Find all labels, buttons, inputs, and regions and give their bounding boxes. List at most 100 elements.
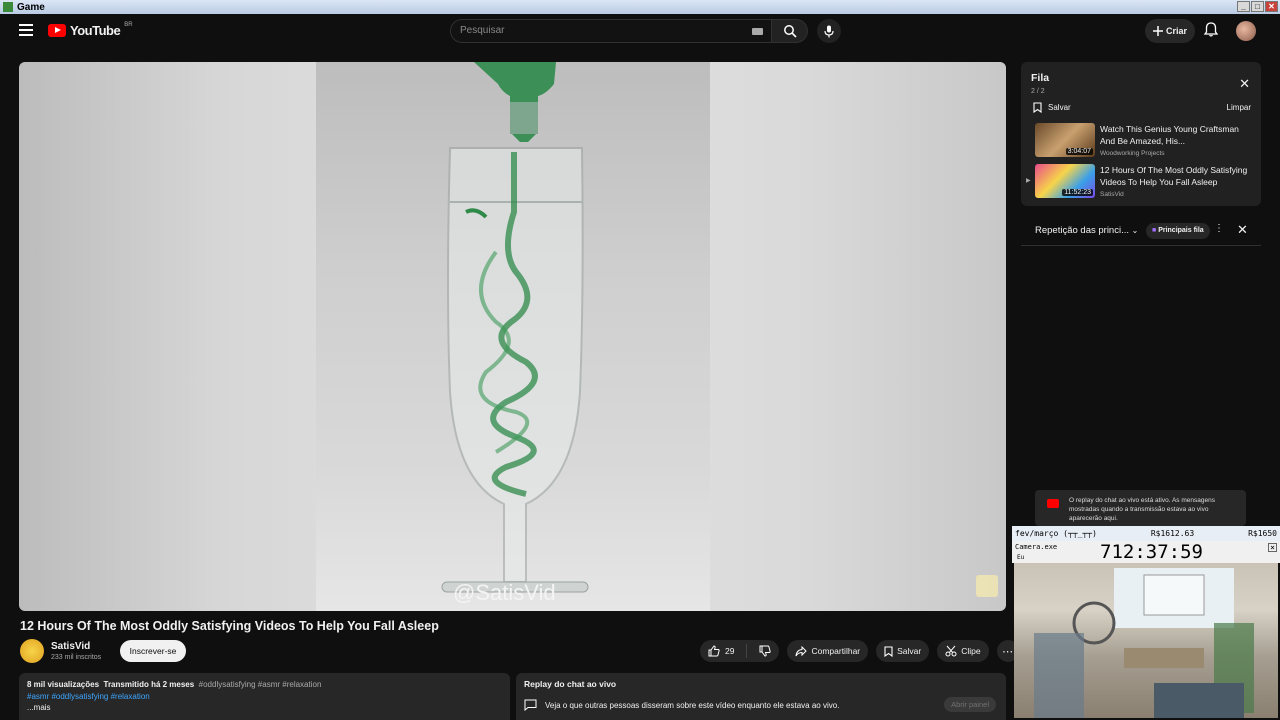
overlay-goal: R$1650 (1248, 529, 1277, 538)
queue-save-button[interactable]: Salvar (1033, 102, 1071, 113)
menu-icon[interactable] (19, 24, 33, 36)
view-count: 8 mil visualizações (27, 680, 100, 689)
stream-date: Transmitido há 2 meses (103, 680, 195, 689)
search-icon (783, 25, 797, 38)
youtube-logo[interactable]: YouTube BR (48, 21, 133, 38)
chat-close-icon[interactable]: ✕ (1237, 222, 1248, 238)
queue-count: 2 / 2 (1031, 88, 1045, 95)
divider (746, 644, 748, 658)
top-chat-badge[interactable]: ■ Principais fila (1146, 223, 1210, 239)
description-hashtags[interactable]: #asmr #oddlysatisfying #relaxation (27, 691, 502, 703)
search-input[interactable]: Pesquisar (450, 19, 772, 43)
chat-mode-dropdown[interactable]: Repetição das princi... ⌄ (1035, 225, 1138, 236)
live-chat-header: Repetição das princi... ⌄ ■ Principais f… (1021, 216, 1261, 246)
now-playing-icon: ▶ (1026, 178, 1031, 184)
chat-replay-title: Replay do chat ao vivo (524, 679, 617, 689)
queue-item-channel: SatisVid (1100, 191, 1124, 198)
bookmark-icon (884, 645, 893, 657)
chevron-down-icon: ⌄ (1131, 226, 1139, 235)
clip-button[interactable]: Clipe (937, 640, 989, 662)
share-icon (795, 645, 808, 656)
show-more-link[interactable]: ...mais (27, 702, 502, 714)
queue-item-title: 12 Hours Of The Most Oddly Satisfying Vi… (1100, 165, 1248, 187)
like-dislike-group: 29 (700, 640, 780, 662)
bell-icon (1203, 22, 1219, 37)
room-illustration (1034, 568, 1254, 718)
minimize-button[interactable]: _ (1237, 1, 1250, 12)
video-duration: 11:52:23 (1062, 189, 1093, 196)
chat-mode-label: Repetição das princi... (1035, 225, 1129, 236)
queue-item[interactable]: 3:04:07 Watch This Genius Young Craftsma… (1021, 123, 1261, 163)
queue-clear-button[interactable]: Limpar (1227, 103, 1251, 112)
action-bar: 29 Compartilhar Salvar Clipe ⋯ (700, 640, 1019, 662)
camera-close-icon[interactable]: × (1268, 543, 1277, 552)
webcam-feed (1014, 563, 1278, 718)
video-watermark: @SatisVid (453, 580, 556, 605)
camera-menu[interactable]: Eu (1017, 554, 1024, 561)
video-frame (316, 62, 710, 611)
notifications-button[interactable] (1203, 22, 1219, 42)
save-button[interactable]: Salvar (876, 640, 930, 662)
top-chat-label: Principais fila (1158, 227, 1204, 234)
clip-label: Clipe (961, 646, 981, 656)
open-panel-button[interactable]: Abrir painel (944, 697, 996, 712)
overlay-amount: R$1612.63 (1150, 529, 1195, 538)
share-button[interactable]: Compartilhar (787, 640, 869, 662)
chat-replay-card: Replay do chat ao vivo Veja o que outras… (516, 673, 1006, 720)
like-button[interactable]: 29 (700, 645, 742, 657)
keyboard-icon[interactable] (752, 28, 763, 35)
video-player[interactable]: @SatisVid (19, 62, 1006, 611)
bookmark-icon (1033, 102, 1042, 113)
chat-replay-info: O replay do chat ao vivo está ativo. As … (1035, 490, 1246, 526)
queue-item-channel: Woodworking Projects (1100, 150, 1165, 157)
close-window-button[interactable]: ✕ (1265, 1, 1278, 12)
subscriber-count: 233 mil inscritos (51, 654, 102, 661)
logo-text: YouTube (70, 23, 121, 38)
channel-name[interactable]: SatisVid (51, 641, 90, 652)
queue-item[interactable]: ▶ 11:52:23 12 Hours Of The Most Oddly Sa… (1021, 164, 1261, 204)
chat-replay-text: Veja o que outras pessoas disseram sobre… (545, 700, 840, 710)
chat-icon (524, 699, 537, 711)
queue-panel: Fila 2 / 2 ✕ Salvar Limpar 3:04:07 Watch… (1021, 62, 1261, 206)
glass-illustration (441, 62, 589, 593)
youtube-icon (1047, 499, 1059, 508)
channel-avatar[interactable] (20, 639, 44, 663)
queue-title: Fila (1031, 72, 1050, 84)
video-duration: 3:04:07 (1065, 148, 1093, 155)
channel-badge-icon[interactable] (976, 575, 998, 597)
dislike-button[interactable] (751, 645, 779, 657)
queue-close-icon[interactable]: ✕ (1239, 76, 1250, 92)
overlay-label: fev/março (┬┬_┬┬) (1015, 529, 1097, 538)
masthead: YouTube BR Pesquisar Criar (0, 14, 1280, 48)
thumbs-up-icon (708, 645, 720, 657)
mic-icon (824, 25, 834, 37)
chat-menu-icon[interactable]: ⋮ (1214, 223, 1224, 234)
share-label: Compartilhar (811, 646, 861, 656)
chat-info-text: O replay do chat ao vivo está ativo. As … (1069, 497, 1215, 522)
queue-save-label: Salvar (1048, 103, 1071, 112)
badge-icon: ■ (1152, 227, 1157, 234)
maximize-button[interactable]: □ (1251, 1, 1264, 12)
account-avatar[interactable] (1236, 21, 1256, 41)
country-code: BR (124, 21, 133, 28)
plus-icon (1152, 26, 1163, 36)
description-box[interactable]: 8 mil visualizações Transmitido há 2 mes… (19, 673, 510, 720)
overlay-status-bar: fev/março (┬┬_┬┬) R$1612.63 R$1650 (1012, 526, 1280, 541)
window-titlebar: Game _ □ ✕ (0, 0, 1280, 14)
create-button[interactable]: Criar (1145, 19, 1195, 43)
window-title: Game (17, 1, 45, 13)
like-count: 29 (725, 646, 735, 656)
camera-window-titlebar: Camera.exe Eu 712:37:59 × (1012, 541, 1280, 563)
search-placeholder: Pesquisar (460, 25, 505, 36)
save-label: Salvar (897, 646, 922, 656)
create-label: Criar (1165, 26, 1187, 36)
inline-hashtags: #oddlysatisfying #asmr #relaxation (198, 680, 322, 689)
app-icon (3, 2, 13, 12)
voice-search-button[interactable] (817, 19, 841, 43)
thumbs-down-icon (759, 645, 772, 657)
subscribe-button[interactable]: Inscrever-se (120, 640, 186, 662)
camera-app-title: Camera.exe (1015, 543, 1058, 551)
search-button[interactable] (772, 19, 808, 43)
queue-thumbnail: 11:52:23 (1035, 164, 1095, 198)
queue-thumbnail: 3:04:07 (1035, 123, 1095, 157)
